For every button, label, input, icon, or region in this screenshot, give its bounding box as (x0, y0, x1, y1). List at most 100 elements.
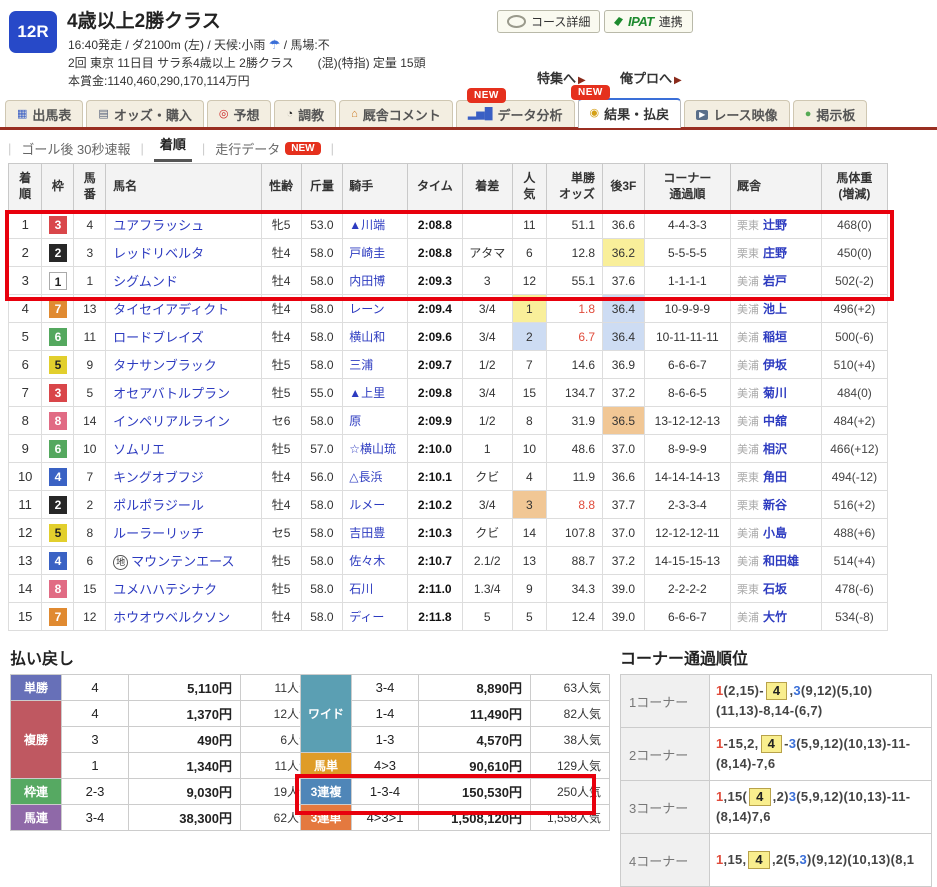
tab-shutsuba[interactable]: ▦出馬表 (5, 100, 83, 127)
subtab-finish-order[interactable]: 着順 (154, 134, 192, 162)
tab-result[interactable]: ◉結果・払戻 (578, 98, 682, 128)
horse-link[interactable]: ロードブレイズ (113, 330, 204, 345)
horse-link[interactable]: マウンテンエース (131, 554, 234, 569)
horse-link[interactable]: ポルポラジール (113, 498, 204, 513)
cell-jockey: レーン (343, 295, 408, 323)
jockey-link[interactable]: 佐々木 (349, 554, 385, 568)
trainer-link[interactable]: 稲垣 (763, 330, 787, 344)
cell-horse-name: シグムンド (106, 267, 261, 295)
stable-area-label: 栗東 (737, 472, 759, 484)
tab-odds[interactable]: ▤オッズ・購入 (86, 100, 203, 127)
jockey-link[interactable]: △長浜 (349, 470, 382, 484)
comment-icon: ⌂ (351, 109, 358, 120)
payout-combination: 4 (62, 701, 129, 727)
cell-stable: 美浦小島 (730, 519, 821, 547)
horse-link[interactable]: タイセイアディクト (113, 302, 229, 317)
trainer-link[interactable]: 中舘 (763, 414, 787, 428)
trainer-link[interactable]: 伊坂 (763, 358, 787, 372)
subtab-goal-flash[interactable]: ゴール後 30秒速報 (21, 139, 130, 158)
horse-link[interactable]: ソムリエ (113, 442, 165, 457)
cell-stable: 美浦岩戸 (730, 267, 821, 295)
cell-jockey: ☆横山琉 (343, 435, 408, 463)
trainer-link[interactable]: 菊川 (763, 386, 787, 400)
payout-combination: 3-4 (62, 805, 129, 831)
horse-link[interactable]: インペリアルライン (113, 414, 230, 429)
cell-corner-order: 8-6-6-5 (644, 379, 730, 407)
subtab-running-data[interactable]: 走行データ NEW (215, 139, 320, 158)
payout-amount: 38,300円 (129, 805, 241, 831)
tab-yoso[interactable]: ◎予想 (207, 100, 272, 127)
corner-segment: ,2(5, (772, 852, 800, 867)
tab-chokyo[interactable]: ◔調教 (274, 100, 336, 127)
horse-link[interactable]: ルーラーリッチ (113, 526, 204, 541)
jockey-link[interactable]: 吉田豊 (349, 526, 385, 540)
cell-carried-weight: 58.0 (301, 575, 343, 603)
horse-link[interactable]: レッドリベルタ (113, 246, 204, 261)
jockey-link[interactable]: 石川 (349, 582, 373, 596)
horse-link[interactable]: ユアフラッシュ (113, 218, 204, 233)
trainer-link[interactable]: 新谷 (763, 498, 787, 512)
cell-popularity: 13 (512, 547, 546, 575)
trainer-link[interactable]: 岩戸 (763, 274, 787, 288)
cell-last-3f: 37.7 (603, 491, 645, 519)
trainer-link[interactable]: 大竹 (763, 610, 787, 624)
race-number-badge: 12R (9, 11, 57, 53)
ipat-link-button[interactable]: IPAT 連携 (604, 10, 693, 33)
jockey-link[interactable]: ▲川端 (349, 218, 385, 232)
cell-margin: 2.1/2 (462, 547, 512, 575)
jockey-link[interactable]: レーン (349, 302, 384, 316)
trainer-link[interactable]: 石坂 (763, 582, 787, 596)
column-header: 厩舎 (730, 164, 821, 211)
tab-board[interactable]: ●掲示板 (793, 100, 868, 127)
trainer-link[interactable]: 小島 (763, 526, 787, 540)
cell-corner-order: 8-9-9-9 (644, 435, 730, 463)
trainer-link[interactable]: 庄野 (763, 246, 787, 260)
horse-link[interactable]: シグムンド (113, 274, 178, 289)
horse-link[interactable]: ユメハハテシナク (113, 582, 217, 597)
horse-link[interactable]: オセアバトルプラン (113, 386, 230, 401)
cell-popularity: 15 (512, 379, 546, 407)
new-badge: NEW (571, 85, 610, 100)
cell-frame: 5 (42, 519, 74, 547)
cell-horse-number: 3 (74, 239, 106, 267)
jockey-link[interactable]: 内田博 (349, 274, 385, 288)
trainer-link[interactable]: 和田雄 (763, 554, 799, 568)
jockey-link[interactable]: 原 (349, 414, 361, 428)
trainer-link[interactable]: 相沢 (763, 442, 787, 456)
stable-area-label: 美浦 (737, 304, 759, 316)
cell-horse-weight: 484(+2) (821, 407, 887, 435)
tab-video[interactable]: ▶レース映像 (684, 100, 790, 127)
tab-analysis[interactable]: ▂▅█データ分析 (456, 100, 575, 127)
jockey-link[interactable]: ▲上里 (349, 386, 385, 400)
course-detail-button[interactable]: コース詳細 (497, 10, 600, 33)
trainer-link[interactable]: 角田 (763, 470, 787, 484)
jockey-link[interactable]: ルメー (349, 498, 385, 512)
race-class-line: 2回 東京 11日目 サラ系4歳以上 2勝クラス (混)(特指) 定量 15頭 (68, 54, 426, 71)
rain-umbrella-icon: ☂ (269, 37, 281, 52)
payout-row: 馬連3-438,300円62人気 (11, 805, 320, 831)
horse-link[interactable]: ホウオウベルクソン (113, 610, 230, 625)
orepro-link[interactable]: 俺プロへ▶ (620, 68, 682, 87)
cell-finish-position: 9 (9, 435, 42, 463)
tab-label: レース映像 (713, 105, 777, 124)
jockey-link[interactable]: 三浦 (349, 358, 373, 372)
jockey-link[interactable]: ディー (349, 610, 384, 624)
cell-sex-age: 牡5 (261, 379, 301, 407)
jockey-link[interactable]: 横山和 (349, 330, 385, 344)
cell-popularity: 9 (512, 575, 546, 603)
corner-segment: 3 (799, 852, 807, 867)
corner-segment: 4 (748, 851, 770, 869)
frame-number-badge: 3 (49, 384, 67, 402)
trainer-link[interactable]: 辻野 (763, 218, 787, 232)
cell-horse-name: ユアフラッシュ (106, 211, 261, 239)
horse-link[interactable]: キングオブフジ (113, 470, 204, 485)
horse-link[interactable]: タナサンブラック (113, 358, 217, 373)
cell-margin: アタマ (462, 239, 512, 267)
tab-comment[interactable]: ⌂厩舎コメント (339, 100, 453, 127)
cell-margin: 3/4 (462, 491, 512, 519)
jockey-link[interactable]: 戸崎圭 (349, 246, 385, 260)
jockey-link[interactable]: ☆横山琉 (349, 442, 396, 456)
cell-horse-weight: 500(-6) (821, 323, 887, 351)
trainer-link[interactable]: 池上 (763, 302, 787, 316)
cell-time: 2:08.8 (408, 211, 462, 239)
